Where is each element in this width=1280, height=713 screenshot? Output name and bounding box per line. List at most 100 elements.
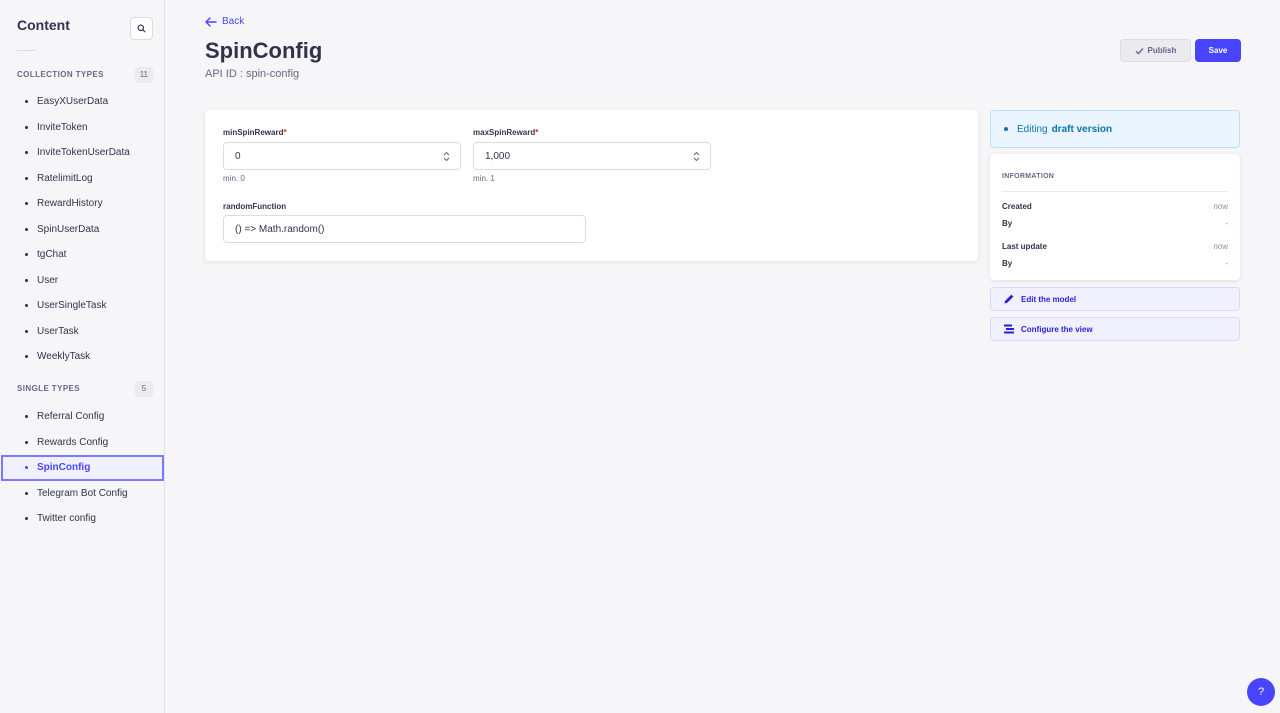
sidebar-item-label: EasyXUserData bbox=[37, 96, 109, 108]
sidebar-item-label: tgChat bbox=[37, 249, 67, 261]
sidebar-item-invitetokenuserdata[interactable]: InviteTokenUserData bbox=[0, 140, 165, 166]
configure-view-button[interactable]: Configure the view bbox=[990, 317, 1240, 341]
bullet-icon bbox=[25, 466, 28, 470]
help-button[interactable]: ? bbox=[1247, 678, 1275, 706]
info-key: Last update bbox=[1002, 242, 1047, 251]
sidebar-item-label: Rewards Config bbox=[37, 436, 109, 448]
single-types-count: 5 bbox=[135, 380, 153, 397]
edit-model-label: Edit the model bbox=[1021, 294, 1077, 304]
sidebar-item-rewardhistory[interactable]: RewardHistory bbox=[0, 191, 165, 217]
publish-button[interactable]: Publish bbox=[1120, 39, 1191, 62]
info-row-created: Created now bbox=[1002, 202, 1228, 211]
bullet-icon bbox=[25, 517, 28, 521]
sidebar-item-label: Telegram Bot Config bbox=[37, 487, 128, 499]
collection-types-count: 11 bbox=[134, 66, 153, 83]
info-row-created-by: By - bbox=[1002, 219, 1228, 228]
sidebar-item-spinconfig[interactable]: SpinConfig bbox=[1, 455, 164, 481]
bullet-icon bbox=[25, 125, 28, 129]
sidebar-item-weeklytask[interactable]: WeeklyTask bbox=[0, 344, 165, 370]
sidebar-divider bbox=[17, 50, 35, 51]
edit-model-button[interactable]: Edit the model bbox=[990, 287, 1240, 311]
draft-prefix: Editing bbox=[1017, 123, 1048, 135]
search-icon bbox=[137, 24, 146, 33]
min-spin-reward-label: minSpinReward* bbox=[223, 128, 287, 137]
sidebar-item-label: RatelimitLog bbox=[37, 172, 93, 184]
page-title: SpinConfig bbox=[205, 38, 323, 63]
bullet-icon bbox=[25, 355, 28, 359]
bullet-icon bbox=[25, 415, 28, 419]
arrow-left-icon bbox=[205, 16, 217, 27]
max-spin-reward-label-text: maxSpinReward bbox=[473, 128, 536, 137]
sidebar-item-label: UserSingleTask bbox=[37, 300, 107, 312]
pencil-icon bbox=[1004, 294, 1014, 304]
sidebar-item-spinuserdata[interactable]: SpinUserData bbox=[0, 217, 165, 243]
api-id: API ID : spin-config bbox=[205, 68, 300, 80]
random-function-label: randomFunction bbox=[223, 202, 287, 211]
sidebar-item-label: User bbox=[37, 274, 59, 286]
sidebar-item-telegram-bot-config[interactable]: Telegram Bot Config bbox=[0, 481, 165, 507]
info-row-last-update: Last update now bbox=[1002, 242, 1228, 251]
required-marker: * bbox=[283, 128, 287, 137]
save-button[interactable]: Save bbox=[1195, 39, 1241, 62]
single-types-list: Referral Config Rewards Config SpinConfi… bbox=[0, 404, 165, 532]
stepper-icon[interactable] bbox=[693, 151, 700, 162]
back-link[interactable]: Back bbox=[205, 16, 244, 27]
min-spin-reward-value: 0 bbox=[235, 150, 241, 162]
sidebar-item-ratelimitlog[interactable]: RatelimitLog bbox=[0, 166, 165, 192]
stepper-icon[interactable] bbox=[443, 151, 450, 162]
bullet-icon bbox=[25, 227, 28, 231]
sidebar-item-usersingletask[interactable]: UserSingleTask bbox=[0, 293, 165, 319]
info-value: - bbox=[1225, 259, 1228, 268]
min-spin-reward-hint: min. 0 bbox=[223, 174, 245, 183]
sidebar-item-twitter-config[interactable]: Twitter config bbox=[0, 506, 165, 532]
edit-form-card: minSpinReward* 0 min. 0 maxSpinReward* 1… bbox=[205, 110, 978, 261]
sidebar-item-label: InviteTokenUserData bbox=[37, 147, 130, 159]
bullet-icon bbox=[25, 151, 28, 155]
sidebar-item-label: RewardHistory bbox=[37, 198, 103, 210]
max-spin-reward-input[interactable]: 1,000 bbox=[473, 142, 711, 170]
sidebar-title: Content bbox=[17, 17, 70, 33]
min-spin-reward-label-text: minSpinReward bbox=[223, 128, 284, 137]
check-icon bbox=[1135, 47, 1144, 55]
sidebar-item-label: InviteToken bbox=[37, 121, 88, 133]
sidebar-item-easyxuserdata[interactable]: EasyXUserData bbox=[0, 89, 165, 115]
sidebar-item-invitetoken[interactable]: InviteToken bbox=[0, 115, 165, 141]
random-function-value: () => Math.random() bbox=[235, 223, 325, 235]
bullet-icon bbox=[25, 491, 28, 495]
publish-label: Publish bbox=[1147, 46, 1177, 55]
bullet-icon bbox=[25, 278, 28, 282]
back-label: Back bbox=[222, 16, 245, 27]
divider bbox=[1002, 191, 1228, 192]
collection-types-list: EasyXUserData InviteToken InviteTokenUse… bbox=[0, 89, 165, 370]
sidebar: Content COLLECTION TYPES 11 EasyXUserDat… bbox=[0, 0, 165, 713]
sidebar-search-button[interactable] bbox=[130, 17, 153, 40]
max-spin-reward-label: maxSpinReward* bbox=[473, 128, 538, 137]
information-title: INFORMATION bbox=[1002, 173, 1055, 180]
sidebar-item-label: WeeklyTask bbox=[37, 351, 91, 363]
sidebar-item-referral-config[interactable]: Referral Config bbox=[0, 404, 165, 430]
single-types-header: SINGLE TYPES 5 bbox=[17, 380, 153, 397]
sidebar-item-usertask[interactable]: UserTask bbox=[0, 319, 165, 345]
bullet-icon bbox=[25, 176, 28, 180]
max-spin-reward-value: 1,000 bbox=[485, 150, 511, 162]
min-spin-reward-input[interactable]: 0 bbox=[223, 142, 461, 170]
bullet-icon bbox=[25, 440, 28, 444]
single-types-label: SINGLE TYPES bbox=[17, 384, 81, 393]
sidebar-item-user[interactable]: User bbox=[0, 268, 165, 294]
info-key: By bbox=[1002, 219, 1013, 228]
sidebar-item-rewards-config[interactable]: Rewards Config bbox=[0, 430, 165, 456]
info-key: Created bbox=[1002, 202, 1032, 211]
random-function-input[interactable]: () => Math.random() bbox=[223, 215, 586, 243]
required-marker: * bbox=[535, 128, 539, 137]
info-value: now bbox=[1213, 202, 1228, 211]
info-key: By bbox=[1002, 259, 1013, 268]
info-value: - bbox=[1225, 219, 1228, 228]
sidebar-item-label: SpinConfig bbox=[37, 462, 91, 474]
sidebar-item-label: UserTask bbox=[37, 325, 79, 337]
bullet-icon bbox=[25, 304, 28, 308]
collection-types-header: COLLECTION TYPES 11 bbox=[17, 66, 153, 83]
sidebar-item-tgchat[interactable]: tgChat bbox=[0, 242, 165, 268]
sidebar-item-label: SpinUserData bbox=[37, 223, 100, 235]
draft-status-banner: Editing draft version bbox=[990, 110, 1240, 148]
max-spin-reward-hint: min. 1 bbox=[473, 174, 495, 183]
